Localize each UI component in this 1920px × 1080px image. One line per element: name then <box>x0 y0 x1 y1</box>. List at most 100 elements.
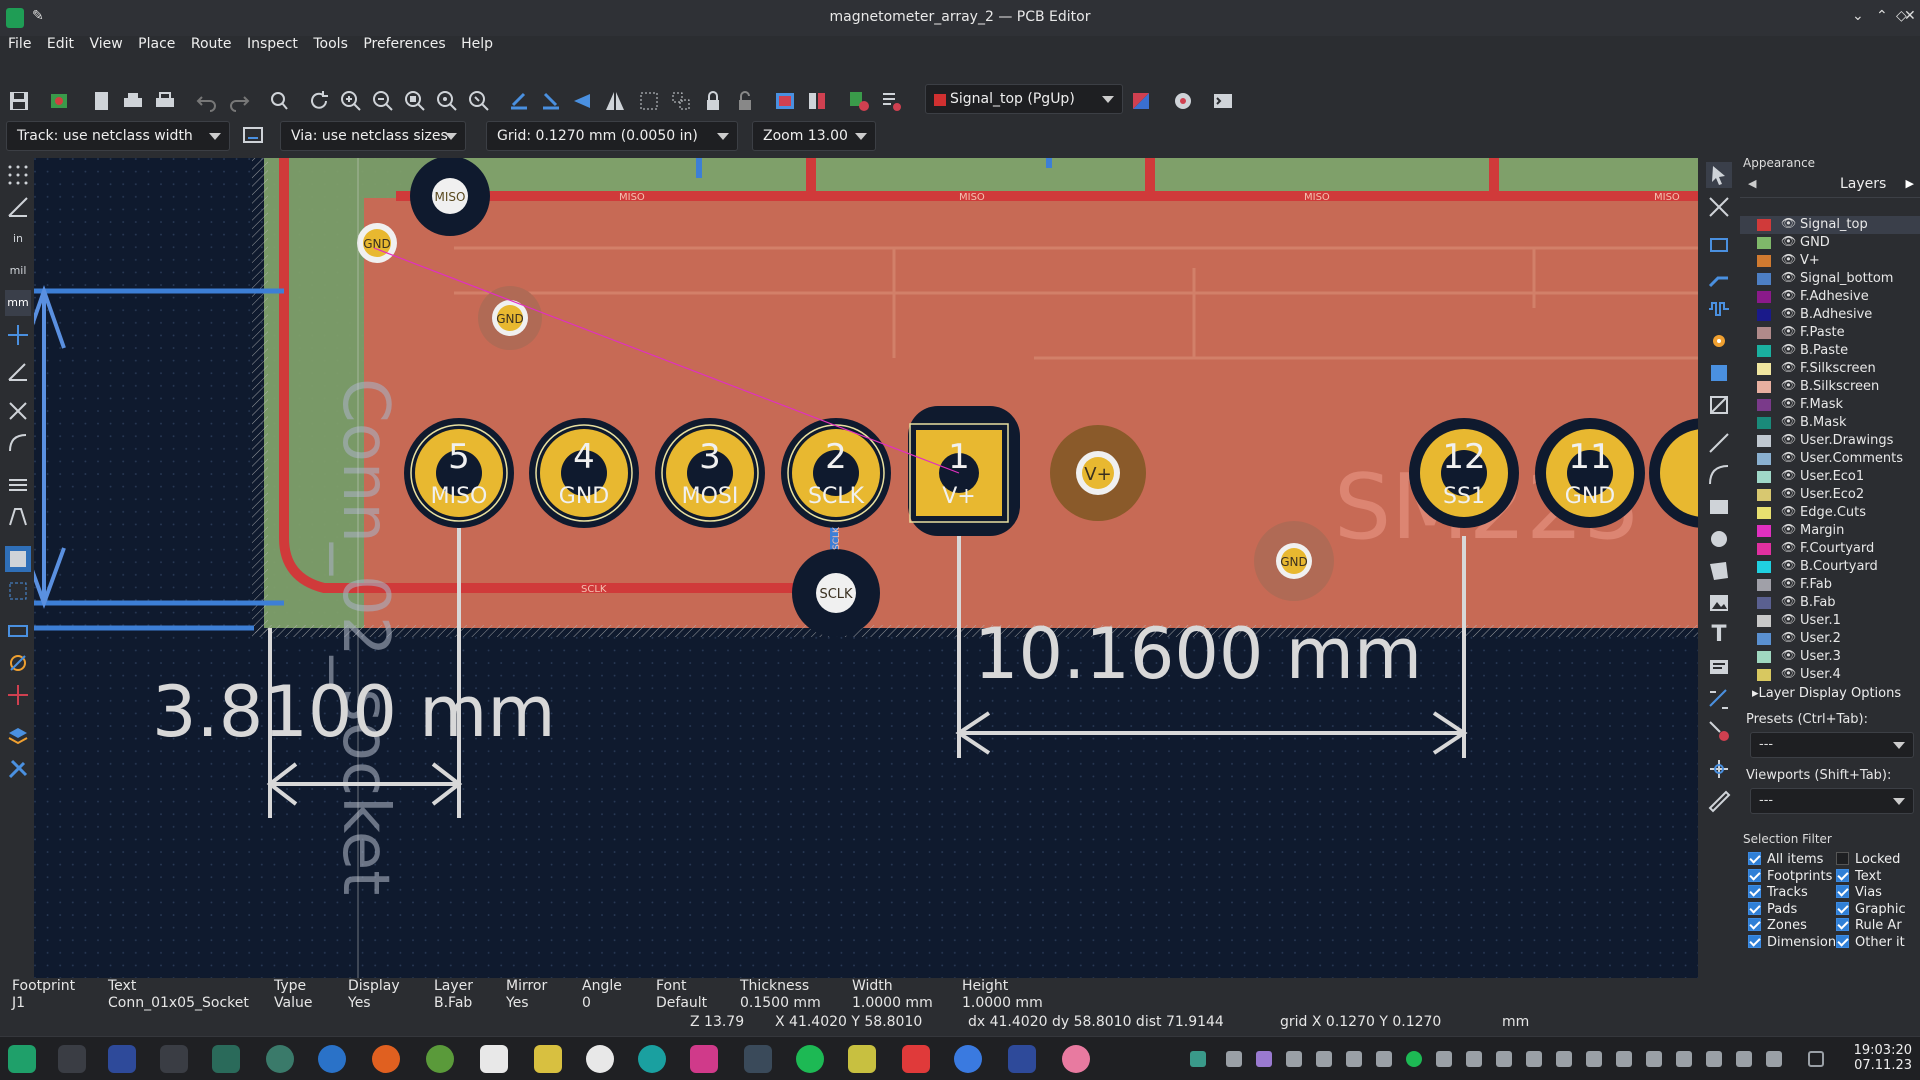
signal-icon[interactable] <box>954 1045 982 1073</box>
cursor-crosshair-icon[interactable] <box>5 322 31 348</box>
eye-icon[interactable]: 👁 <box>1781 540 1796 554</box>
checkbox-icon[interactable] <box>1748 852 1761 865</box>
checkbox-icon[interactable] <box>1748 868 1761 882</box>
display-icon[interactable] <box>1556 1051 1572 1067</box>
layer-row[interactable]: 👁 B.Fab <box>1740 594 1920 612</box>
rotate-cw-icon[interactable] <box>538 88 564 114</box>
add-zone-icon[interactable] <box>1706 360 1732 386</box>
filter-checkbox[interactable]: All items <box>1748 852 1823 867</box>
set-origin-icon[interactable] <box>1706 756 1732 782</box>
filter-checkbox[interactable]: Graphic <box>1836 901 1906 917</box>
mirror-h-icon[interactable] <box>570 88 596 114</box>
filter-checkbox[interactable]: Locked <box>1836 852 1900 867</box>
notes-icon[interactable] <box>848 1045 876 1073</box>
plot-icon[interactable] <box>152 88 178 114</box>
layer-row[interactable]: 👁 User.Drawings <box>1740 432 1920 450</box>
zone-outline-icon[interactable] <box>5 504 31 530</box>
add-dimension-icon[interactable] <box>1706 686 1732 712</box>
add-via-icon[interactable] <box>1706 328 1732 354</box>
properties-tools-icon[interactable] <box>5 756 31 782</box>
eye-icon[interactable]: 👁 <box>1781 414 1796 428</box>
eye-icon[interactable]: 👁 <box>1781 360 1796 374</box>
clipboard-icon[interactable] <box>1766 1051 1782 1067</box>
layer-color-swatch[interactable] <box>1757 237 1771 249</box>
add-textbox-icon[interactable] <box>1706 654 1732 680</box>
layer-manager-icon[interactable] <box>5 724 31 750</box>
rule-area-icon[interactable] <box>1706 392 1732 418</box>
checkbox-icon[interactable] <box>1748 918 1761 931</box>
rotate-ccw-icon[interactable] <box>506 88 532 114</box>
eye-icon[interactable]: 👁 <box>1781 594 1796 608</box>
terminal-icon[interactable] <box>160 1045 188 1073</box>
screenshot-tool-icon[interactable] <box>1062 1045 1090 1073</box>
layer-row[interactable]: 👁 User.Comments <box>1740 450 1920 468</box>
layer-color-swatch[interactable] <box>1757 273 1771 285</box>
grid-toggle-icon[interactable] <box>5 162 31 188</box>
pen-tool-icon[interactable] <box>534 1045 562 1073</box>
layer-color-swatch[interactable] <box>1757 489 1771 501</box>
ungroup-icon[interactable] <box>668 88 694 114</box>
layer-color-swatch[interactable] <box>1757 291 1771 303</box>
layer-row[interactable]: 👁 B.Paste <box>1740 342 1920 360</box>
printer-icon[interactable] <box>1676 1051 1692 1067</box>
wifi-icon[interactable] <box>1736 1051 1752 1067</box>
layer-row[interactable]: 👁 F.Silkscreen <box>1740 360 1920 378</box>
draw-rect-icon[interactable] <box>1706 494 1732 520</box>
filter-checkbox[interactable]: Vias <box>1836 885 1882 900</box>
tray-app-icon[interactable] <box>1190 1051 1206 1067</box>
file-manager-icon[interactable] <box>212 1045 240 1073</box>
high-contrast-icon[interactable] <box>5 546 31 572</box>
layer-color-swatch[interactable] <box>1757 597 1771 609</box>
layer-row[interactable]: 👁 B.Mask <box>1740 414 1920 432</box>
eye-icon[interactable]: 👁 <box>1781 612 1796 626</box>
layer-color-swatch[interactable] <box>1757 507 1771 519</box>
layer-row[interactable]: 👁 User.2 <box>1740 630 1920 648</box>
add-footprint-icon[interactable] <box>1706 232 1732 258</box>
polar-coords-icon[interactable] <box>5 194 31 220</box>
layer-color-swatch[interactable] <box>1757 309 1771 321</box>
mils-units-icon[interactable]: mil <box>5 258 31 284</box>
layer-row[interactable]: 👁 GND <box>1740 234 1920 252</box>
layer-color-swatch[interactable] <box>1757 435 1771 447</box>
eye-icon[interactable]: 👁 <box>1781 648 1796 662</box>
layer-row[interactable]: 👁 User.3 <box>1740 648 1920 666</box>
zoom-objects-icon[interactable] <box>434 88 460 114</box>
layer-color-swatch[interactable] <box>1757 399 1771 411</box>
footprint-browser-icon[interactable] <box>804 88 830 114</box>
filter-checkbox[interactable]: Tracks <box>1748 885 1808 900</box>
checkbox-icon[interactable] <box>1836 901 1849 915</box>
eye-icon[interactable]: 👁 <box>1781 468 1796 482</box>
layer-color-swatch[interactable] <box>1757 255 1771 267</box>
netlist-icon[interactable] <box>772 88 798 114</box>
via-size-select[interactable]: Via: use netclass sizes <box>280 121 466 151</box>
menu-preferences[interactable]: Preferences <box>363 36 445 52</box>
layer-row[interactable]: 👁 B.Adhesive <box>1740 306 1920 324</box>
layer-color-swatch[interactable] <box>1757 615 1771 627</box>
layer-color-swatch[interactable] <box>1757 525 1771 537</box>
zoom-select[interactable]: Zoom 13.00 <box>752 121 876 151</box>
tray-icon-11[interactable] <box>1526 1051 1542 1067</box>
mm-units-icon[interactable]: mm <box>5 290 31 316</box>
layer-row[interactable]: 👁 F.Courtyard <box>1740 540 1920 558</box>
filter-checkbox[interactable]: Rule Ar <box>1836 918 1902 933</box>
select-arrow-icon[interactable] <box>1706 162 1732 188</box>
tray-icon-10[interactable] <box>1496 1051 1512 1067</box>
layer-row[interactable]: 👁 B.Courtyard <box>1740 558 1920 576</box>
eye-icon[interactable]: 👁 <box>1781 450 1796 464</box>
eye-icon[interactable]: 👁 <box>1781 576 1796 590</box>
measure-tool-icon[interactable] <box>1706 788 1732 814</box>
notifications-icon[interactable] <box>1226 1051 1242 1067</box>
filter-checkbox[interactable]: Dimensions <box>1748 934 1843 950</box>
filter-checkbox[interactable]: Text <box>1836 868 1881 884</box>
menu-tools[interactable]: Tools <box>313 36 348 52</box>
intellij-icon[interactable] <box>690 1045 718 1073</box>
eye-icon[interactable]: 👁 <box>1781 288 1796 302</box>
bluetooth-icon[interactable] <box>1616 1051 1632 1067</box>
document-viewer-icon[interactable] <box>480 1045 508 1073</box>
zoom-in-icon[interactable] <box>338 88 364 114</box>
eye-icon[interactable]: 👁 <box>1781 630 1796 644</box>
media-play-icon[interactable] <box>1466 1051 1482 1067</box>
find-icon[interactable] <box>266 88 292 114</box>
layer-row[interactable]: 👁 F.Fab <box>1740 576 1920 594</box>
eye-icon[interactable]: 👁 <box>1781 504 1796 518</box>
